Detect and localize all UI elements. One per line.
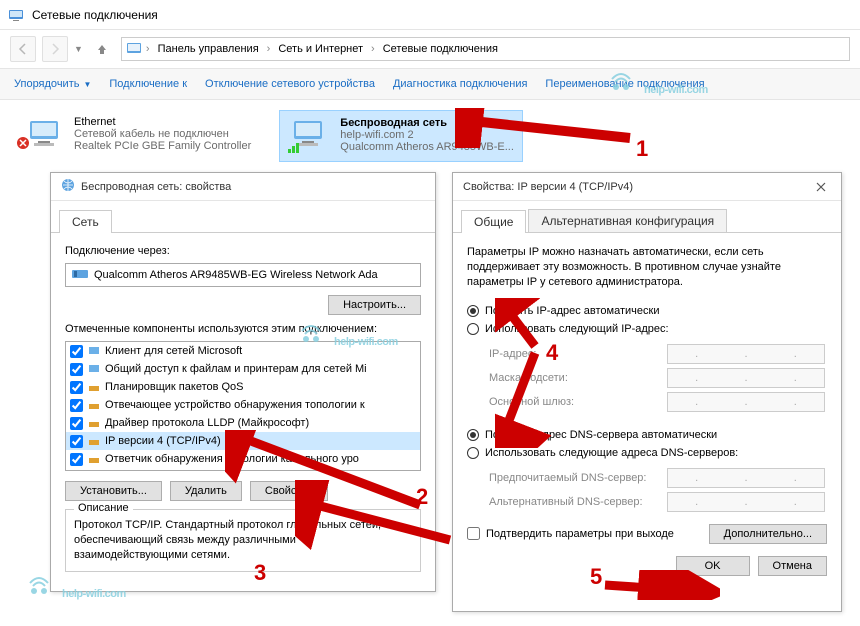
validate-label: Подтвердить параметры при выходе — [486, 528, 674, 540]
conn-name: Беспроводная сеть — [340, 117, 514, 129]
advanced-button[interactable]: Дополнительно... — [709, 524, 827, 544]
responder2-icon — [87, 452, 101, 466]
ip-address-input: ... — [667, 344, 825, 364]
configure-button[interactable]: Настроить... — [328, 295, 421, 315]
responder-icon — [87, 398, 101, 412]
back-button[interactable] — [10, 36, 36, 62]
nav-bar: ▼ › Панель управления › Сеть и Интернет … — [0, 30, 860, 68]
radio-dns-auto[interactable]: Получить адрес DNS-сервера автоматически — [467, 426, 827, 444]
connection-wireless[interactable]: Беспроводная сеть help-wifi.com 2 Qualco… — [279, 110, 523, 162]
breadcrumb-sep: › — [146, 43, 150, 55]
breadcrumb-l2[interactable]: Сеть и Интернет — [274, 43, 367, 55]
dns-alt-label: Альтернативный DNS-сервер: — [489, 496, 659, 508]
tabstrip: Сеть — [51, 201, 435, 233]
dialog-title: Свойства: IP версии 4 (TCP/IPv4) — [453, 173, 841, 201]
radio-ip-manual[interactable]: Использовать следующий IP-адрес: — [467, 320, 827, 338]
disable-device[interactable]: Отключение сетевого устройства — [205, 78, 375, 90]
remove-button[interactable]: Удалить — [170, 481, 242, 501]
component-item: Общий доступ к файлам и принтерам для се… — [66, 360, 420, 378]
connection-via-label: Подключение через: — [65, 245, 421, 257]
adapter-box: Qualcomm Atheros AR9485WB-EG Wireless Ne… — [65, 263, 421, 287]
components-label: Отмеченные компоненты используются этим … — [65, 323, 421, 335]
client-icon — [87, 344, 101, 358]
breadcrumb[interactable]: › Панель управления › Сеть и Интернет › … — [121, 37, 850, 61]
connect-to[interactable]: Подключение к — [109, 78, 187, 90]
adapter-name: Qualcomm Atheros AR9485WB-EG Wireless Ne… — [94, 269, 378, 281]
radio-ip-auto[interactable]: Получить IP-адрес автоматически — [467, 302, 827, 320]
window-title: Сетевые подключения — [32, 8, 158, 22]
dns-pref-label: Предпочитаемый DNS-сервер: — [489, 472, 659, 484]
conn-status: Сетевой кабель не подключен — [74, 128, 251, 140]
description-title: Описание — [74, 502, 133, 514]
wifi-adapter-icon — [288, 117, 332, 155]
conn-adapter: Realtek PCIe GBE Family Controller — [74, 140, 251, 152]
annotation-number-2: 2 — [416, 484, 428, 510]
component-item-ipv4: IP версии 4 (TCP/IPv4) — [66, 432, 420, 450]
annotation-number-5: 5 — [590, 564, 602, 590]
conn-name: Ethernet — [74, 116, 251, 128]
control-panel-icon — [126, 41, 142, 58]
close-button[interactable] — [807, 177, 835, 197]
radio-dns-manual[interactable]: Использовать следующие адреса DNS-сервер… — [467, 444, 827, 462]
ipv4-properties-dialog: Свойства: IP версии 4 (TCP/IPv4) Общие А… — [452, 172, 842, 612]
subnet-label: Маска подсети: — [489, 372, 659, 384]
organize-menu[interactable]: Упорядочить▼ — [14, 78, 91, 90]
component-item: Планировщик пакетов QoS — [66, 378, 420, 396]
rename[interactable]: Переименование подключения — [545, 78, 704, 90]
lldp-icon — [87, 416, 101, 430]
network-icon — [61, 178, 75, 195]
window-titlebar: Сетевые подключения — [0, 0, 860, 30]
share-icon — [87, 362, 101, 376]
validate-checkbox[interactable] — [467, 527, 480, 540]
diagnose[interactable]: Диагностика подключения — [393, 78, 527, 90]
component-item: Клиент для сетей Microsoft — [66, 342, 420, 360]
conn-adapter: Qualcomm Atheros AR9485WB-E... — [340, 141, 514, 153]
gateway-input: ... — [667, 392, 825, 412]
radio-icon — [467, 305, 479, 317]
component-item: Отвечающее устройство обнаружения тополо… — [66, 396, 420, 414]
dialog-title: Беспроводная сеть: свойства — [51, 173, 435, 201]
properties-button[interactable]: Свойства — [250, 481, 328, 501]
app-icon — [8, 7, 24, 23]
qos-icon — [87, 380, 101, 394]
radio-icon — [467, 429, 479, 441]
connection-ethernet[interactable]: Ethernet Сетевой кабель не подключен Rea… — [14, 110, 259, 162]
component-list[interactable]: Клиент для сетей Microsoft Общий доступ … — [65, 341, 421, 471]
tab-network[interactable]: Сеть — [59, 210, 112, 233]
tab-general[interactable]: Общие — [461, 210, 526, 233]
breadcrumb-root[interactable]: Панель управления — [154, 43, 263, 55]
radio-icon — [467, 323, 479, 335]
explain-text: Параметры IP можно назначать автоматичес… — [467, 245, 827, 290]
tabstrip: Общие Альтернативная конфигурация — [453, 201, 841, 233]
protocol-icon — [87, 434, 101, 448]
dns-alt-input: ... — [667, 492, 825, 512]
description-text: Протокол TCP/IP. Стандартный протокол гл… — [74, 518, 412, 563]
radio-icon — [467, 447, 479, 459]
up-button[interactable] — [89, 36, 115, 62]
annotation-number-1: 1 — [636, 136, 648, 162]
error-x-icon — [16, 136, 30, 153]
tab-alternate[interactable]: Альтернативная конфигурация — [528, 209, 727, 232]
recent-dropdown-icon[interactable]: ▼ — [74, 44, 83, 54]
description-group: Описание Протокол TCP/IP. Стандартный пр… — [65, 509, 421, 572]
cancel-button[interactable]: Отмена — [758, 556, 827, 576]
annotation-number-4: 4 — [546, 340, 558, 366]
annotation-number-3: 3 — [254, 560, 266, 586]
ok-button[interactable]: OK — [676, 556, 750, 576]
ip-address-label: IP-адрес: — [489, 348, 659, 360]
gateway-label: Основной шлюз: — [489, 396, 659, 408]
command-bar: Упорядочить▼ Подключение к Отключение се… — [0, 68, 860, 100]
component-item: Драйвер протокола LLDP (Майкрософт) — [66, 414, 420, 432]
connections-pane: Ethernet Сетевой кабель не подключен Rea… — [0, 100, 860, 172]
conn-status: help-wifi.com 2 — [340, 129, 514, 141]
dns-pref-input: ... — [667, 468, 825, 488]
component-item: Ответчик обнаружения топологии канальног… — [66, 450, 420, 468]
subnet-input: ... — [667, 368, 825, 388]
adapter-icon — [72, 268, 88, 283]
wireless-properties-dialog: Беспроводная сеть: свойства Сеть Подключ… — [50, 172, 436, 592]
breadcrumb-l3[interactable]: Сетевые подключения — [379, 43, 502, 55]
install-button[interactable]: Установить... — [65, 481, 162, 501]
forward-button[interactable] — [42, 36, 68, 62]
